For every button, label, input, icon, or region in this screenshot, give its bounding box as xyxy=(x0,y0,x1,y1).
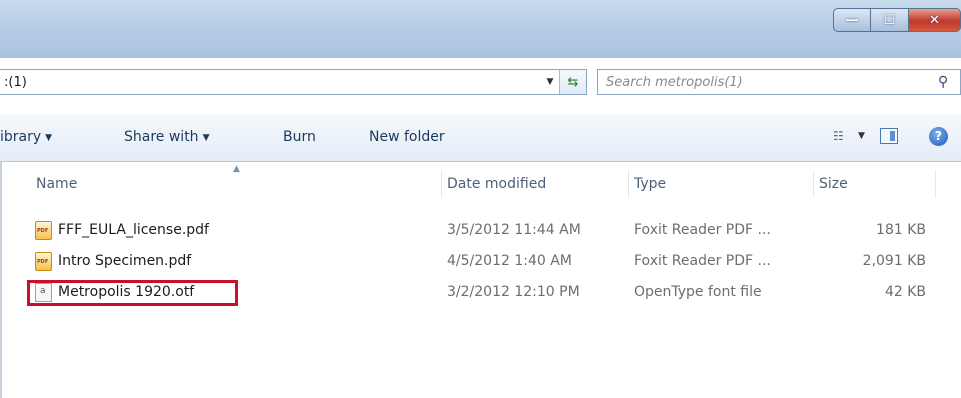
help-icon[interactable]: ? xyxy=(929,127,948,146)
pdf-file-icon xyxy=(35,252,52,271)
column-header-size[interactable]: Size xyxy=(819,176,848,192)
library-menu-button[interactable]: ibrary ▼ xyxy=(0,129,52,145)
column-divider[interactable] xyxy=(813,170,814,198)
column-header-type[interactable]: Type xyxy=(634,176,666,192)
preview-pane-icon[interactable] xyxy=(880,128,898,144)
chevron-down-icon[interactable]: ▼ xyxy=(858,131,865,141)
close-button[interactable]: ✕ xyxy=(909,8,961,32)
column-divider[interactable] xyxy=(935,170,936,198)
file-row[interactable]: FFF_EULA_license.pdf 3/5/2012 11:44 AM F… xyxy=(0,219,961,243)
share-with-label: Share with xyxy=(124,129,199,145)
file-type: Foxit Reader PDF ... xyxy=(634,253,771,269)
close-icon: ✕ xyxy=(929,12,940,28)
command-toolbar: ibrary ▼ Share with ▼ Burn New folder ☷ ▼ … xyxy=(0,114,961,162)
search-icon[interactable]: ⚲ xyxy=(938,74,960,90)
minimize-button[interactable]: — xyxy=(833,8,871,32)
file-date: 4/5/2012 1:40 AM xyxy=(447,253,572,269)
chevron-down-icon[interactable]: ▼ xyxy=(541,77,559,87)
file-date: 3/2/2012 12:10 PM xyxy=(447,284,580,300)
refresh-icon[interactable]: ⇆ xyxy=(559,70,586,94)
sort-ascending-icon: ▲ xyxy=(233,164,240,174)
chevron-down-icon: ▼ xyxy=(202,133,210,143)
column-header-name[interactable]: Name xyxy=(36,176,77,192)
column-divider[interactable] xyxy=(441,170,442,198)
maximize-icon: ☐ xyxy=(883,12,896,28)
file-size: 42 KB xyxy=(884,284,926,300)
file-name: Intro Specimen.pdf xyxy=(58,253,192,269)
address-path[interactable]: :(1) xyxy=(0,75,541,90)
file-type: Foxit Reader PDF ... xyxy=(634,222,771,238)
library-menu-label: ibrary xyxy=(0,129,42,145)
maximize-button[interactable]: ☐ xyxy=(871,8,909,32)
pdf-file-icon xyxy=(35,221,52,240)
window-left-border xyxy=(0,162,2,398)
views-icon[interactable]: ☷ xyxy=(833,129,844,143)
column-divider[interactable] xyxy=(628,170,629,198)
highlight-box xyxy=(27,280,238,306)
burn-label: Burn xyxy=(283,129,316,145)
file-date: 3/5/2012 11:44 AM xyxy=(447,222,581,238)
address-bar[interactable]: :(1) ▼ ⇆ xyxy=(0,69,587,95)
window-titlebar[interactable]: — ☐ ✕ xyxy=(0,0,961,58)
share-with-button[interactable]: Share with ▼ xyxy=(124,129,209,145)
burn-button[interactable]: Burn xyxy=(283,129,316,145)
file-row[interactable]: Intro Specimen.pdf 4/5/2012 1:40 AM Foxi… xyxy=(0,250,961,274)
new-folder-button[interactable]: New folder xyxy=(369,129,445,145)
file-size: 2,091 KB xyxy=(862,253,926,269)
new-folder-label: New folder xyxy=(369,129,445,145)
search-input[interactable]: Search metropolis(1) xyxy=(598,75,938,90)
search-box[interactable]: Search metropolis(1) ⚲ xyxy=(597,69,961,95)
file-size: 181 KB xyxy=(876,222,926,238)
chevron-down-icon: ▼ xyxy=(45,133,53,143)
column-header-date-modified[interactable]: Date modified xyxy=(447,176,546,192)
file-list: ▲ Name Date modified Type Size FFF_EULA_… xyxy=(0,162,961,398)
minimize-icon: — xyxy=(845,12,859,28)
file-name: FFF_EULA_license.pdf xyxy=(58,222,209,238)
file-type: OpenType font file xyxy=(634,284,762,300)
caption-buttons: — ☐ ✕ xyxy=(833,8,961,32)
